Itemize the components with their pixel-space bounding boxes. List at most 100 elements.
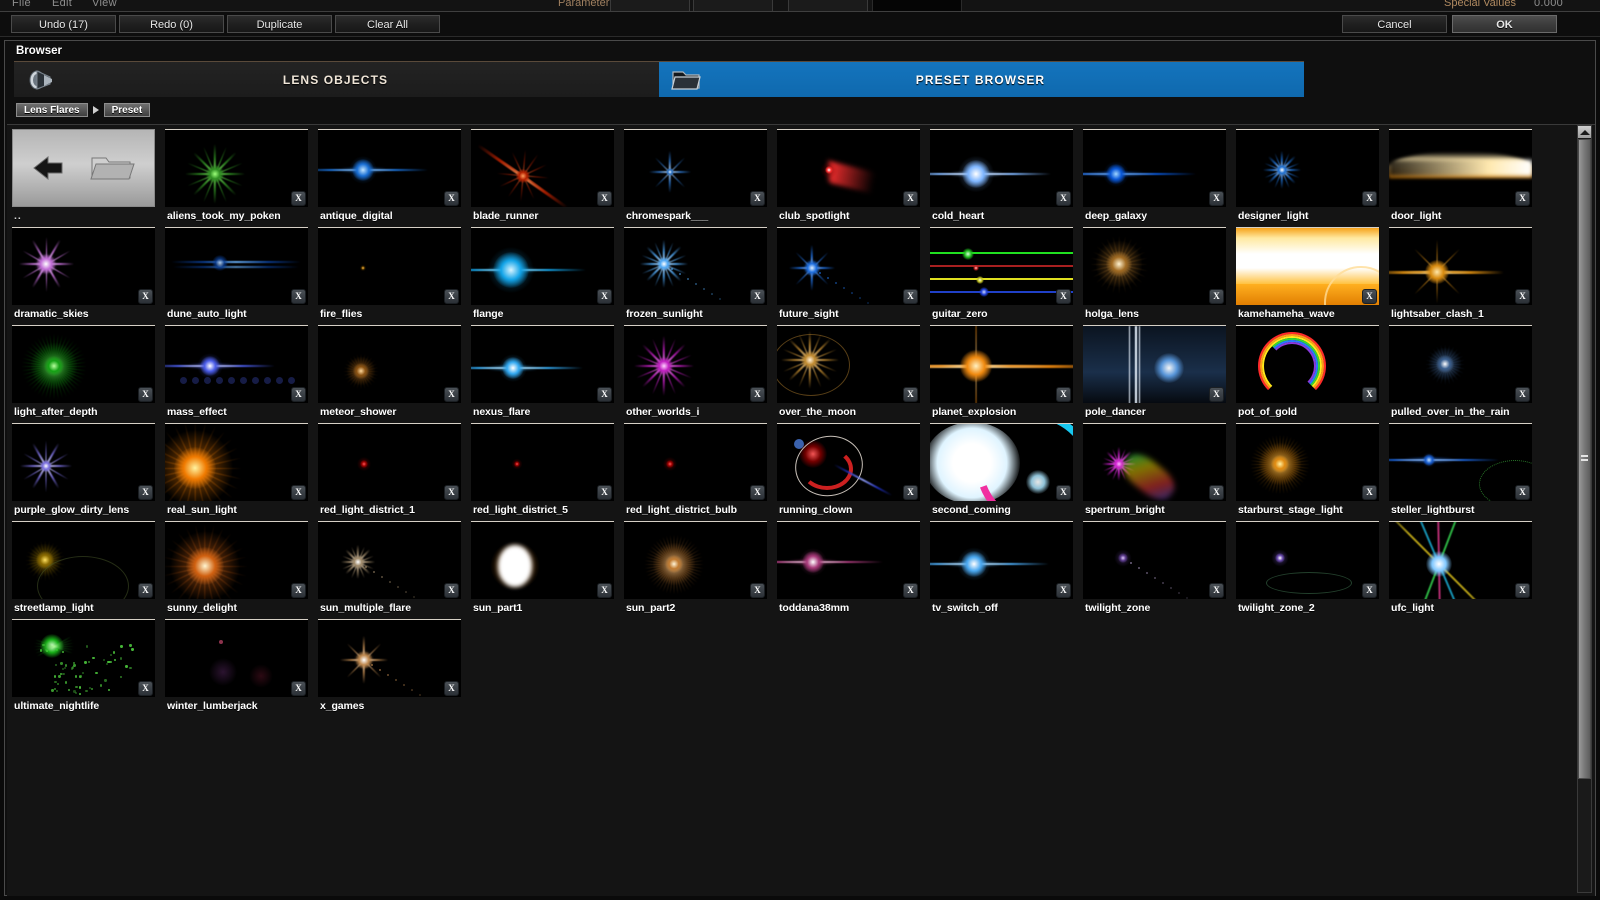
- preset-thumbnail[interactable]: X: [624, 129, 767, 207]
- preset-thumbnail[interactable]: X: [624, 423, 767, 501]
- preset-cell[interactable]: Xstarburst_stage_light: [1236, 423, 1379, 520]
- preset-cell[interactable]: Xplanet_explosion: [930, 325, 1073, 422]
- preset-cell[interactable]: Xsteller_lightburst: [1389, 423, 1532, 520]
- breadcrumb-item-lens-flares[interactable]: Lens Flares: [16, 103, 88, 117]
- preset-cell[interactable]: Xufc_light: [1389, 521, 1532, 618]
- preset-thumbnail[interactable]: X: [777, 325, 920, 403]
- preset-thumbnail[interactable]: X: [471, 423, 614, 501]
- delete-preset-button[interactable]: X: [1362, 387, 1377, 402]
- preset-cell[interactable]: Xdeep_galaxy: [1083, 129, 1226, 226]
- delete-preset-button[interactable]: X: [903, 387, 918, 402]
- vertical-scrollbar[interactable]: [1577, 125, 1592, 893]
- preset-thumbnail[interactable]: X: [12, 619, 155, 697]
- preset-cell[interactable]: Xguitar_zero: [930, 227, 1073, 324]
- preset-thumbnail[interactable]: X: [1083, 521, 1226, 599]
- preset-cell[interactable]: Xlight_after_depth: [12, 325, 155, 422]
- delete-preset-button[interactable]: X: [1515, 583, 1530, 598]
- delete-preset-button[interactable]: X: [444, 191, 459, 206]
- preset-cell[interactable]: Xflange: [471, 227, 614, 324]
- preset-thumbnail[interactable]: X: [1389, 227, 1532, 305]
- delete-preset-button[interactable]: X: [291, 289, 306, 304]
- preset-parent-folder-cell[interactable]: ..: [12, 129, 155, 226]
- preset-cell[interactable]: Xaliens_took_my_poken: [165, 129, 308, 226]
- delete-preset-button[interactable]: X: [750, 485, 765, 500]
- delete-preset-button[interactable]: X: [1209, 485, 1224, 500]
- preset-cell[interactable]: Xpulled_over_in_the_rain: [1389, 325, 1532, 422]
- preset-cell[interactable]: Xstreetlamp_light: [12, 521, 155, 618]
- preset-cell[interactable]: Xsun_part1: [471, 521, 614, 618]
- preset-cell[interactable]: Xultimate_nightlife: [12, 619, 155, 716]
- delete-preset-button[interactable]: X: [444, 485, 459, 500]
- preset-cell[interactable]: Xred_light_district_5: [471, 423, 614, 520]
- parameter-field-4[interactable]: [872, 0, 962, 11]
- preset-thumbnail[interactable]: X: [1083, 227, 1226, 305]
- preset-cell[interactable]: Xchromespark___: [624, 129, 767, 226]
- preset-cell[interactable]: Xfuture_sight: [777, 227, 920, 324]
- preset-thumbnail[interactable]: X: [624, 325, 767, 403]
- preset-cell[interactable]: Xsun_multiple_flare: [318, 521, 461, 618]
- delete-preset-button[interactable]: X: [903, 485, 918, 500]
- delete-preset-button[interactable]: X: [138, 289, 153, 304]
- preset-cell[interactable]: Xsunny_delight: [165, 521, 308, 618]
- preset-cell[interactable]: Xx_games: [318, 619, 461, 716]
- ok-button[interactable]: OK: [1452, 15, 1557, 33]
- delete-preset-button[interactable]: X: [291, 583, 306, 598]
- preset-cell[interactable]: Xdramatic_skies: [12, 227, 155, 324]
- delete-preset-button[interactable]: X: [291, 681, 306, 696]
- preset-cell[interactable]: Xtoddana38mm: [777, 521, 920, 618]
- preset-cell[interactable]: Xmass_effect: [165, 325, 308, 422]
- delete-preset-button[interactable]: X: [597, 191, 612, 206]
- preset-thumbnail[interactable]: X: [1236, 325, 1379, 403]
- preset-thumbnail[interactable]: X: [930, 325, 1073, 403]
- cancel-button[interactable]: Cancel: [1342, 15, 1447, 33]
- preset-thumbnail[interactable]: X: [1236, 521, 1379, 599]
- tab-lens-objects[interactable]: LENS OBJECTS: [14, 62, 659, 97]
- preset-cell[interactable]: Xcold_heart: [930, 129, 1073, 226]
- delete-preset-button[interactable]: X: [1209, 191, 1224, 206]
- preset-cell[interactable]: Xpole_dancer: [1083, 325, 1226, 422]
- delete-preset-button[interactable]: X: [1056, 191, 1071, 206]
- preset-cell[interactable]: Xrunning_clown: [777, 423, 920, 520]
- preset-thumbnail[interactable]: X: [12, 423, 155, 501]
- preset-thumbnail[interactable]: X: [165, 325, 308, 403]
- preset-thumbnail[interactable]: X: [318, 227, 461, 305]
- delete-preset-button[interactable]: X: [138, 583, 153, 598]
- delete-preset-button[interactable]: X: [903, 191, 918, 206]
- delete-preset-button[interactable]: X: [291, 485, 306, 500]
- delete-preset-button[interactable]: X: [750, 191, 765, 206]
- preset-cell[interactable]: Xred_light_district_bulb: [624, 423, 767, 520]
- preset-cell[interactable]: Xtwilight_zone_2: [1236, 521, 1379, 618]
- delete-preset-button[interactable]: X: [1515, 289, 1530, 304]
- preset-cell[interactable]: Xtv_switch_off: [930, 521, 1073, 618]
- preset-thumbnail[interactable]: X: [930, 129, 1073, 207]
- delete-preset-button[interactable]: X: [138, 485, 153, 500]
- preset-thumbnail[interactable]: [12, 129, 155, 207]
- preset-thumbnail[interactable]: X: [165, 423, 308, 501]
- delete-preset-button[interactable]: X: [1515, 191, 1530, 206]
- preset-cell[interactable]: Xclub_spotlight: [777, 129, 920, 226]
- preset-thumbnail[interactable]: X: [165, 619, 308, 697]
- delete-preset-button[interactable]: X: [903, 289, 918, 304]
- preset-thumbnail[interactable]: X: [930, 227, 1073, 305]
- delete-preset-button[interactable]: X: [1056, 485, 1071, 500]
- breadcrumb-item-preset[interactable]: Preset: [104, 103, 151, 117]
- redo-button[interactable]: Redo (0): [119, 15, 224, 33]
- preset-cell[interactable]: Xdoor_light: [1389, 129, 1532, 226]
- delete-preset-button[interactable]: X: [1056, 387, 1071, 402]
- preset-thumbnail[interactable]: X: [777, 227, 920, 305]
- delete-preset-button[interactable]: X: [138, 387, 153, 402]
- preset-cell[interactable]: Xfire_flies: [318, 227, 461, 324]
- delete-preset-button[interactable]: X: [444, 289, 459, 304]
- scroll-up-button[interactable]: [1578, 126, 1591, 138]
- delete-preset-button[interactable]: X: [1515, 485, 1530, 500]
- preset-thumbnail[interactable]: X: [624, 227, 767, 305]
- preset-thumbnail[interactable]: X: [1083, 325, 1226, 403]
- preset-cell[interactable]: Xpot_of_gold: [1236, 325, 1379, 422]
- delete-preset-button[interactable]: X: [1209, 583, 1224, 598]
- preset-thumbnail[interactable]: X: [930, 423, 1073, 501]
- tab-preset-browser[interactable]: PRESET BROWSER: [659, 62, 1304, 97]
- delete-preset-button[interactable]: X: [1056, 289, 1071, 304]
- clear-all-button[interactable]: Clear All: [335, 15, 440, 33]
- delete-preset-button[interactable]: X: [903, 583, 918, 598]
- parameter-field-3[interactable]: [788, 0, 868, 11]
